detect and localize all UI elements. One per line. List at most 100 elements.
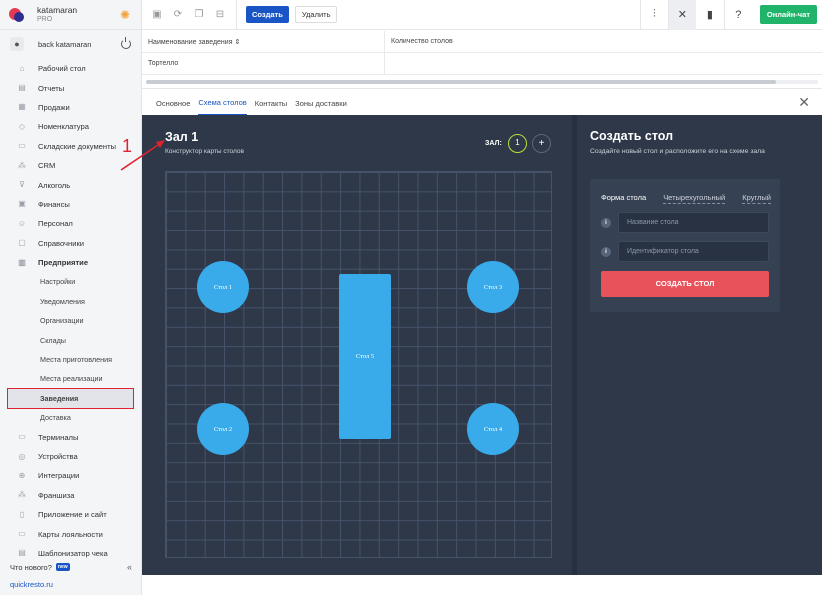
- create-button[interactable]: Создать: [246, 6, 289, 23]
- brand-name: katamaran: [37, 4, 78, 15]
- table-row[interactable]: Тортелло: [142, 53, 822, 75]
- sidebar-item-0[interactable]: ⌂ Рабочий стол: [0, 59, 141, 78]
- tab-table-scheme[interactable]: Схема столов: [198, 98, 247, 115]
- sidebar-item-25[interactable]: ▤ Шаблонизатор чека: [0, 544, 141, 563]
- book-icon: ▢: [18, 238, 26, 248]
- add-hall-button[interactable]: +: [532, 134, 551, 153]
- sidebar-item-23[interactable]: ▯ Приложение и сайт: [0, 505, 141, 524]
- sidebar-item-13[interactable]: Организации: [0, 311, 141, 330]
- form-tab-round[interactable]: Круглый: [742, 193, 771, 204]
- trash-icon[interactable]: ▮: [696, 0, 724, 30]
- panel-title: Создать стол: [590, 129, 674, 143]
- save-icon[interactable]: ▣: [151, 9, 163, 21]
- documents-icon: ▭: [18, 141, 26, 151]
- sidebar-item-label: Доставка: [40, 413, 71, 423]
- reports-icon: ▤: [18, 83, 26, 93]
- create-table-panel: Создать стол Создайте новый стол и распо…: [577, 115, 822, 575]
- table-3[interactable]: Стол 3: [467, 261, 519, 313]
- sales-icon: ▦: [18, 102, 26, 112]
- table-id-input[interactable]: Идентификатор стола: [618, 241, 769, 262]
- info-icon[interactable]: i: [601, 246, 611, 257]
- whats-new[interactable]: Что нового? new «: [10, 562, 132, 572]
- import-icon[interactable]: ⊟: [214, 9, 226, 21]
- tab-main[interactable]: Основное: [156, 99, 190, 115]
- horizontal-scrollbar[interactable]: [146, 80, 776, 84]
- dashboard-icon: ⌂: [19, 63, 25, 73]
- sidebar-item-label: Номенклатура: [38, 122, 89, 132]
- sidebar-item-7[interactable]: ▣ Финансы: [0, 195, 141, 214]
- sidebar-item-label: Заведения: [40, 393, 79, 403]
- sidebar-item-9[interactable]: ▢ Справочники: [0, 234, 141, 253]
- form-tab-shape[interactable]: Форма стола: [601, 193, 646, 204]
- whats-new-label: Что нового?: [10, 562, 52, 572]
- sidebar-item-8[interactable]: ☺ Персонал: [0, 214, 141, 233]
- delete-button[interactable]: Удалить: [294, 6, 338, 23]
- table-4[interactable]: Стол 4: [467, 403, 519, 455]
- sidebar-item-20[interactable]: ◎ Устройства: [0, 447, 141, 466]
- table-1[interactable]: Стол 1: [197, 261, 249, 313]
- sidebar-item-label: Карты лояльности: [38, 529, 103, 539]
- column-table-count[interactable]: Количество столов: [385, 31, 822, 52]
- sidebar-item-22[interactable]: ⁂ Франшиза: [0, 486, 141, 505]
- sliders-icon[interactable]: ⫶: [639, 0, 668, 30]
- info-icon[interactable]: i: [601, 217, 611, 228]
- sidebar: katamaran PRO ✺ ● back katamaran ⌂ Рабочи…: [0, 0, 142, 595]
- tab-delivery-zones[interactable]: Зоны доставки: [295, 99, 347, 115]
- sun-icon[interactable]: ✺: [118, 8, 132, 22]
- integration-icon: ⊕: [18, 470, 26, 480]
- detail-tabs: Основное Схема столов Контакты Зоны дост…: [142, 88, 822, 115]
- form-tab-rectangular[interactable]: Четырехугольный: [663, 193, 726, 204]
- sidebar-item-label: Места приготовления: [40, 355, 113, 365]
- sidebar-item-17[interactable]: Заведения: [7, 387, 134, 410]
- sidebar-item-6[interactable]: ⊽ Алкоголь: [0, 175, 141, 194]
- brand-header[interactable]: katamaran PRO ✺: [0, 0, 141, 30]
- table-name-input[interactable]: Название стола: [618, 212, 769, 233]
- crm-icon: ⁂: [18, 160, 26, 170]
- logout-icon[interactable]: [121, 37, 131, 49]
- sidebar-item-2[interactable]: ▦ Продажи: [0, 98, 141, 117]
- sidebar-item-label: Терминалы: [38, 432, 79, 442]
- online-chat-button[interactable]: Онлайн-чат: [759, 5, 817, 24]
- tab-contacts[interactable]: Контакты: [255, 99, 287, 115]
- sidebar-item-18[interactable]: Доставка: [0, 408, 141, 427]
- sidebar-item-label: Приложение и сайт: [38, 510, 107, 520]
- sidebar-item-1[interactable]: ▤ Отчеты: [0, 78, 141, 97]
- site-link[interactable]: quickresto.ru: [10, 580, 53, 589]
- refresh-icon[interactable]: ⟳: [172, 9, 184, 21]
- staff-icon: ☺: [17, 218, 27, 228]
- table-map-grid[interactable]: Стол 1 Стол 2 Стол 3 Стол 4 Стол 5: [165, 171, 552, 558]
- sidebar-item-label: Организации: [40, 316, 84, 326]
- sidebar-item-11[interactable]: Настройки: [0, 272, 141, 291]
- app-icon: ▯: [19, 509, 25, 519]
- finance-icon: ▣: [18, 199, 26, 209]
- create-table-form: Форма стола Четырехугольный Круглый i На…: [590, 179, 780, 312]
- create-table-button[interactable]: СОЗДАТЬ СТОЛ: [601, 271, 769, 297]
- brand-plan: PRO: [37, 15, 53, 23]
- sidebar-item-16[interactable]: Места реализации: [0, 369, 141, 388]
- sidebar-item-10[interactable]: ▥ Предприятие: [0, 253, 141, 272]
- sidebar-item-label: Финансы: [38, 199, 70, 209]
- column-venue-name[interactable]: Наименование заведения ⇕: [142, 31, 385, 52]
- user-row: ● back katamaran: [0, 30, 141, 58]
- table-5[interactable]: Стол 5: [339, 274, 391, 439]
- sidebar-item-24[interactable]: ▭ Карты лояльности: [0, 524, 141, 543]
- help-icon[interactable]: ?: [723, 0, 752, 30]
- tools-icon[interactable]: ✕: [667, 0, 696, 30]
- cell-table-count: [385, 53, 822, 74]
- sidebar-item-19[interactable]: ▭ Терминалы: [0, 427, 141, 446]
- tag-icon: ◇: [18, 121, 26, 131]
- table-2[interactable]: Стол 2: [197, 403, 249, 455]
- close-icon[interactable]: ✕: [798, 95, 810, 109]
- table-scheme-workspace: Зал 1 Конструктор карты столов ЗАЛ: 1 + …: [142, 115, 822, 575]
- collapse-sidebar-icon[interactable]: «: [127, 562, 132, 572]
- sidebar-item-15[interactable]: Места приготовления: [0, 350, 141, 369]
- hall-selector-button[interactable]: 1: [508, 134, 527, 153]
- user-name: back katamaran: [38, 39, 92, 49]
- hall-title: Зал 1: [165, 130, 199, 144]
- sidebar-item-label: CRM: [38, 161, 56, 171]
- sidebar-item-21[interactable]: ⊕ Интеграции: [0, 466, 141, 485]
- sidebar-item-12[interactable]: Уведомления: [0, 292, 141, 311]
- sidebar-item-14[interactable]: Склады: [0, 330, 141, 349]
- terminal-icon: ▭: [18, 432, 26, 442]
- copy-icon[interactable]: ❐: [193, 9, 205, 21]
